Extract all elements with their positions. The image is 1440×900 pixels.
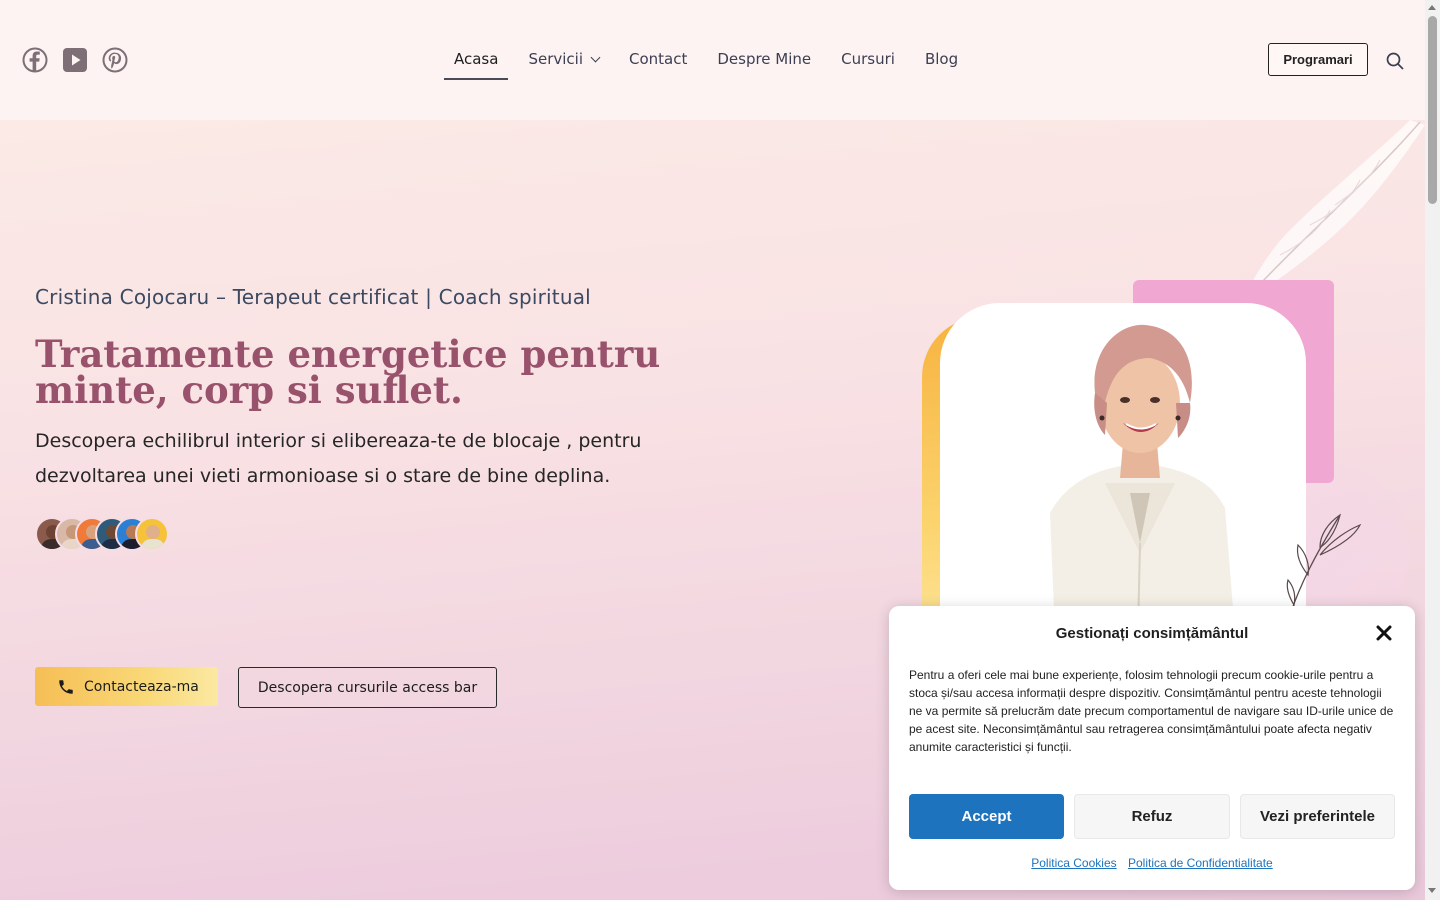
pinterest-icon[interactable] [102,47,128,73]
contact-button[interactable]: Contacteaza-ma [35,667,218,706]
modal-text: Pentru a oferi cele mai bune experiențe,… [909,668,1394,754]
contact-button-label: Contacteaza-ma [84,678,199,695]
nav-item-blog[interactable]: Blog [915,40,968,78]
nav-item-servicii[interactable]: Servicii [518,40,609,78]
programari-button[interactable]: Programari [1268,43,1368,76]
scrollbar[interactable] [1425,0,1440,900]
social-links [22,47,128,73]
scroll-up-arrow[interactable] [1428,5,1436,10]
cookie-consent-modal: Gestionați consimțământul Pentru a oferi… [889,606,1415,890]
modal-title: Gestionați consimțământul [1055,625,1249,642]
nav-label: Contact [629,50,688,68]
hero-headline: Tratamente energetice pentru minte, corp… [35,332,661,412]
youtube-icon[interactable] [62,47,88,73]
refuse-button[interactable]: Refuz [1074,794,1230,839]
nav-label: Despre Mine [717,50,812,68]
phone-icon [59,679,73,694]
hero-subtitle: Cristina Cojocaru – Terapeut certificat … [35,285,591,309]
courses-button[interactable]: Descopera cursurile access bar [238,667,497,708]
search-icon[interactable] [1386,52,1404,70]
scroll-down-arrow[interactable] [1428,888,1436,893]
nav-item-contact[interactable]: Contact [619,40,697,78]
facebook-icon[interactable] [22,47,48,73]
hero-description: Descopera echilibrul interior si elibere… [35,430,642,487]
nav-label: Cursuri [841,50,895,68]
nav-label: Servicii [528,50,583,68]
avatar-group [35,517,169,551]
preferences-button[interactable]: Vezi preferintele [1240,794,1395,839]
privacy-policy-link[interactable]: Politica de Confidentialitate [1128,856,1273,870]
leaf-decoration [1286,513,1362,615]
site-header: Acasa Servicii Contact Despre Mine Cursu… [0,0,1425,120]
avatar [135,517,169,551]
cookie-policy-link[interactable]: Politica Cookies [1031,856,1116,870]
main-nav: Acasa Servicii Contact Despre Mine Cursu… [444,40,978,80]
nav-item-despre-mine[interactable]: Despre Mine [707,40,821,78]
chevron-down-icon [590,52,601,63]
nav-label: Acasa [454,50,499,68]
accept-button[interactable]: Accept [909,794,1064,839]
scroll-thumb[interactable] [1428,16,1437,204]
nav-item-cursuri[interactable]: Cursuri [831,40,905,78]
close-icon[interactable] [1375,624,1393,642]
nav-label: Blog [924,50,959,68]
modal-links: Politica Cookies Politica de Confidentia… [889,856,1415,870]
nav-item-acasa[interactable]: Acasa [444,40,509,80]
